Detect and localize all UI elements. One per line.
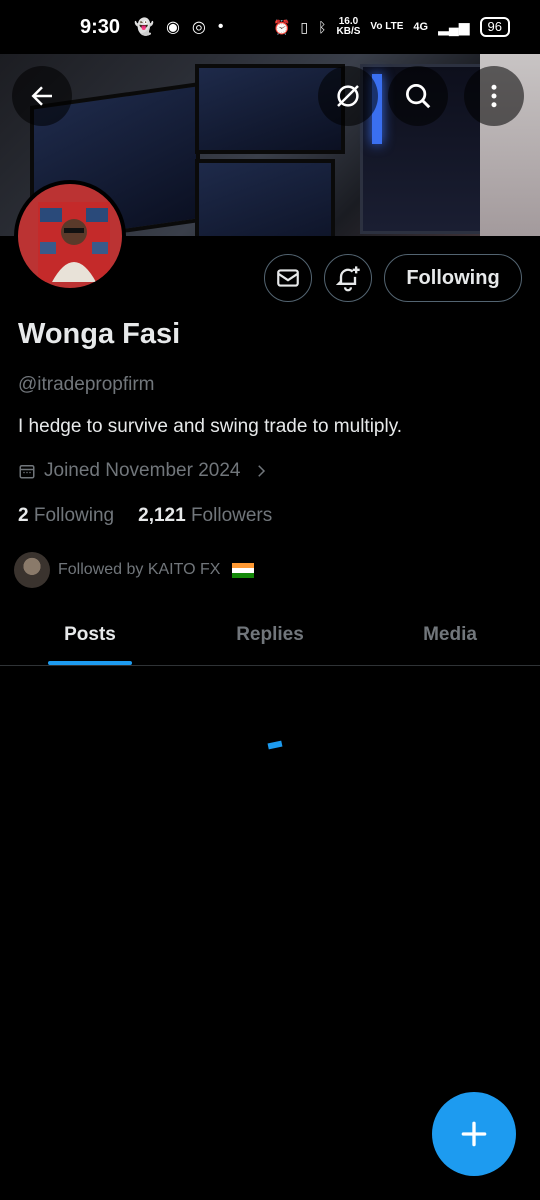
instagram-icon: ◎ — [191, 19, 206, 36]
network-speed: 16.0 KB/S — [336, 16, 361, 37]
bell-plus-icon — [335, 266, 360, 292]
avatar-person-icon — [38, 202, 110, 282]
alarm-icon: ⏰ — [272, 18, 291, 35]
arrow-left-icon — [31, 86, 52, 106]
follow-stats: 2 Following 2,121 Followers — [18, 505, 272, 527]
bluetooth-icon: ᛒ — [318, 19, 327, 35]
followed-by-text: Followed by KAITO FX — [58, 561, 221, 578]
profile-avatar[interactable] — [14, 180, 126, 292]
chevron-right-icon — [258, 465, 266, 477]
india-flag-icon — [232, 562, 255, 578]
more-options-button[interactable] — [464, 66, 524, 126]
profile-name: Wonga Fasi — [18, 318, 181, 350]
followers-stat[interactable]: 2,121 Followers — [138, 505, 272, 527]
profile-tabs: Posts Replies Media — [0, 604, 540, 666]
notification-icons: 👻 ◉ ◎ • — [134, 17, 223, 37]
following-button[interactable]: Following — [384, 254, 522, 302]
status-time: 9:30 — [80, 15, 121, 38]
search-button[interactable] — [388, 66, 448, 126]
envelope-icon — [277, 269, 299, 287]
tab-media[interactable]: Media — [360, 604, 540, 665]
followed-by-row[interactable]: Followed by KAITO FX — [14, 552, 255, 588]
notifications-button[interactable] — [324, 254, 372, 302]
volte-indicator: Vo LTE — [370, 21, 404, 32]
following-stat[interactable]: 2 Following — [18, 505, 114, 527]
more-notifications-icon: • — [217, 18, 224, 35]
search-icon — [406, 84, 431, 109]
back-button[interactable] — [12, 66, 72, 126]
discord-icon: ◉ — [165, 19, 180, 36]
loading-spinner-icon — [267, 740, 283, 750]
message-button[interactable] — [264, 254, 312, 302]
grok-icon — [337, 85, 359, 107]
compose-post-button[interactable] — [432, 1092, 516, 1176]
follower-avatar — [14, 552, 50, 588]
grok-button[interactable] — [318, 66, 378, 126]
system-icons: ⏰ ▯ ᛒ 16.0 KB/S Vo LTE 4G ▂▄▆ 96 — [273, 17, 510, 37]
profile-handle: @itradepropfirm — [18, 374, 155, 395]
tab-replies[interactable]: Replies — [180, 604, 360, 665]
calendar-icon — [19, 465, 35, 479]
vibrate-icon: ▯ — [300, 18, 309, 35]
plus-icon — [461, 1121, 487, 1147]
profile-bio: I hedge to survive and swing trade to mu… — [18, 416, 403, 437]
joined-date[interactable]: Joined November 2024 — [18, 460, 270, 482]
more-vertical-icon — [491, 84, 497, 108]
signal-icon: ▂▄▆ — [438, 18, 470, 35]
joined-label: Joined November 2024 — [44, 460, 241, 481]
tab-posts[interactable]: Posts — [0, 604, 180, 665]
snapchat-icon: 👻 — [134, 19, 154, 36]
banner-monitor — [195, 159, 335, 236]
status-bar: 9:30 👻 ◉ ◎ • ⏰ ▯ ᛒ 16.0 KB/S Vo LTE 4G ▂… — [0, 0, 540, 54]
battery-indicator: 96 — [479, 17, 510, 37]
network-type: 4G — [413, 21, 429, 33]
